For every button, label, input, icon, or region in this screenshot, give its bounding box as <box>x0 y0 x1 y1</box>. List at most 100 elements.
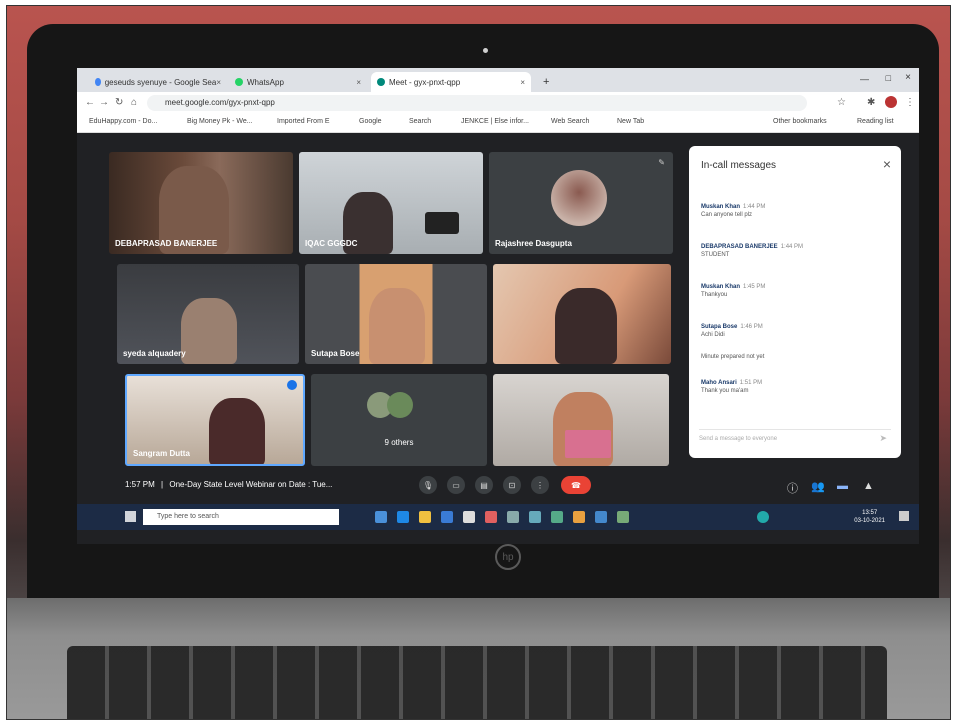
meet-icon <box>377 78 385 86</box>
send-icon[interactable]: ➤ <box>879 433 887 444</box>
clock-time: 13:57 <box>862 510 878 516</box>
bookmark-item[interactable]: Web Search <box>551 118 589 125</box>
app-icon[interactable] <box>573 511 585 523</box>
more-options-button[interactable]: ⋮ <box>531 476 549 494</box>
app-icon[interactable] <box>507 511 519 523</box>
participant-video <box>369 288 425 364</box>
mic-button[interactable]: 🎙 <box>419 476 437 494</box>
participant-tile[interactable]: Rajashree Dasgupta ✎ <box>489 152 673 254</box>
extensions-icon[interactable]: ✱ <box>867 97 875 108</box>
info-icon[interactable]: ⓘ <box>787 480 798 496</box>
bookmark-item[interactable]: EduHappy.com - Do... <box>89 118 157 125</box>
folder-icon[interactable] <box>419 511 431 523</box>
app-icon[interactable] <box>617 511 629 523</box>
avatar[interactable] <box>885 96 897 108</box>
address-bar-row: ← → ↻ ⌂ meet.google.com/gyx-pnxt-qpp ☆ ✱… <box>77 92 919 114</box>
message-author: Muskan Khan <box>701 284 741 290</box>
app-icon[interactable] <box>485 511 497 523</box>
chat-message: Muskan Khan 1:44 PM Can anyone tell plz <box>701 204 765 218</box>
participant-tile[interactable] <box>493 374 669 466</box>
message-author: Sutapa Bose <box>701 324 738 330</box>
tab-google-search[interactable]: geseuds syenuye - Google Sea × <box>89 72 227 92</box>
windows-start-icon[interactable] <box>125 511 136 522</box>
chat-input[interactable]: Send a message to everyone <box>699 429 891 448</box>
tab-whatsapp[interactable]: WhatsApp × <box>229 72 367 92</box>
bookmark-item[interactable]: Google <box>359 118 382 125</box>
message-text: Minute prepared not yet <box>701 354 765 360</box>
close-tab-icon[interactable]: × <box>216 78 221 87</box>
edge-icon[interactable] <box>397 511 409 523</box>
leave-call-button[interactable]: ☎ <box>561 476 591 494</box>
tray-icon[interactable] <box>757 511 769 523</box>
chat-message: Muskan Khan 1:45 PM Thankyou <box>701 284 765 298</box>
url-field[interactable]: meet.google.com/gyx-pnxt-qpp <box>147 95 807 111</box>
store-icon[interactable] <box>441 511 453 523</box>
camera-button[interactable]: ▭ <box>447 476 465 494</box>
app-icon[interactable] <box>551 511 563 523</box>
message-author: Muskan Khan <box>701 204 741 210</box>
speaking-icon <box>287 380 297 390</box>
participant-tile-others[interactable]: 9 others <box>311 374 487 466</box>
participant-name: IQAC GGGDC <box>305 239 358 248</box>
bookmark-star-icon[interactable]: ☆ <box>837 97 846 108</box>
taskbar-clock[interactable]: 13:57 03-10-2021 <box>854 509 885 525</box>
message-text: Thankyou <box>701 292 728 298</box>
minimize-icon[interactable]: — <box>860 74 869 84</box>
bookmark-item[interactable]: Big Money Pk - We... <box>187 118 253 125</box>
chat-icon[interactable]: ▬ <box>837 480 848 492</box>
maximize-icon[interactable]: □ <box>886 73 891 83</box>
participant-tile[interactable] <box>493 264 671 364</box>
message-author: DEBAPRASAD BANERJEE <box>701 244 778 250</box>
taskbar-search-input[interactable]: Type here to search <box>143 509 339 525</box>
captions-button[interactable]: ▤ <box>475 476 493 494</box>
chrome-taskbar-icon[interactable] <box>375 511 387 523</box>
bookmark-item[interactable]: Other bookmarks <box>773 118 827 125</box>
browser-tab-bar: geseuds syenuye - Google Sea × WhatsApp × … <box>77 68 919 92</box>
close-icon[interactable]: × <box>883 156 891 172</box>
close-tab-icon[interactable]: × <box>520 78 525 87</box>
chat-message: DEBAPRASAD BANERJEE 1:44 PM STUDENT <box>701 244 803 258</box>
in-call-messages-panel: In-call messages × Muskan Khan 1:44 PM Ca… <box>689 146 901 458</box>
bookmark-item[interactable]: Search <box>409 118 431 125</box>
webcam <box>483 48 488 53</box>
tab-meet[interactable]: Meet - gyx-pnxt-qpp × <box>371 72 531 92</box>
message-text: Can anyone tell plz <box>701 212 753 218</box>
bookmark-item[interactable]: Reading list <box>857 118 894 125</box>
forward-icon[interactable]: → <box>99 97 109 108</box>
laptop-screen: geseuds syenuye - Google Sea × WhatsApp × … <box>77 68 919 544</box>
close-tab-icon[interactable]: × <box>356 78 361 87</box>
bookmark-item[interactable]: New Tab <box>617 118 644 125</box>
app-icon[interactable] <box>529 511 541 523</box>
participant-name: Sangram Dutta <box>133 449 190 458</box>
app-icon[interactable] <box>595 511 607 523</box>
reload-icon[interactable]: ↻ <box>115 97 123 108</box>
participant-name: Rajashree Dasgupta <box>495 239 572 248</box>
participant-video <box>181 298 237 364</box>
photo-frame: geseuds syenuye - Google Sea × WhatsApp × … <box>6 5 951 720</box>
participant-video <box>209 398 265 464</box>
keyboard <box>67 646 887 719</box>
participant-tile[interactable]: IQAC GGGDC <box>299 152 483 254</box>
participant-tile-active[interactable]: Sangram Dutta <box>125 374 305 466</box>
home-icon[interactable]: ⌂ <box>131 97 137 108</box>
bookmark-item[interactable]: JENKCE | Else infor... <box>461 118 529 125</box>
bookmark-item[interactable]: Imported From E <box>277 118 330 125</box>
app-icon[interactable] <box>463 511 475 523</box>
menu-icon[interactable]: ⋮ <box>905 97 915 108</box>
message-time: 1:44 PM <box>780 244 804 250</box>
participant-tile[interactable]: syeda alquadery <box>117 264 299 364</box>
people-icon[interactable]: 👥 <box>811 480 825 493</box>
participant-tile[interactable]: DEBAPRASAD BANERJEE <box>109 152 293 254</box>
back-icon[interactable]: ← <box>85 97 95 108</box>
message-time: 1:44 PM <box>743 204 766 210</box>
activities-icon[interactable]: ▲ <box>863 480 874 492</box>
participant-tile[interactable]: Sutapa Bose <box>305 264 487 364</box>
notifications-icon[interactable] <box>899 511 909 521</box>
pin-icon[interactable]: ✎ <box>658 158 665 167</box>
present-button[interactable]: ⊡ <box>503 476 521 494</box>
new-tab-button[interactable]: + <box>537 72 557 92</box>
close-window-icon[interactable]: × <box>905 72 911 83</box>
chat-title: In-call messages <box>701 160 777 171</box>
message-time: 1:45 PM <box>743 284 766 290</box>
message-time: 1:46 PM <box>740 324 763 330</box>
